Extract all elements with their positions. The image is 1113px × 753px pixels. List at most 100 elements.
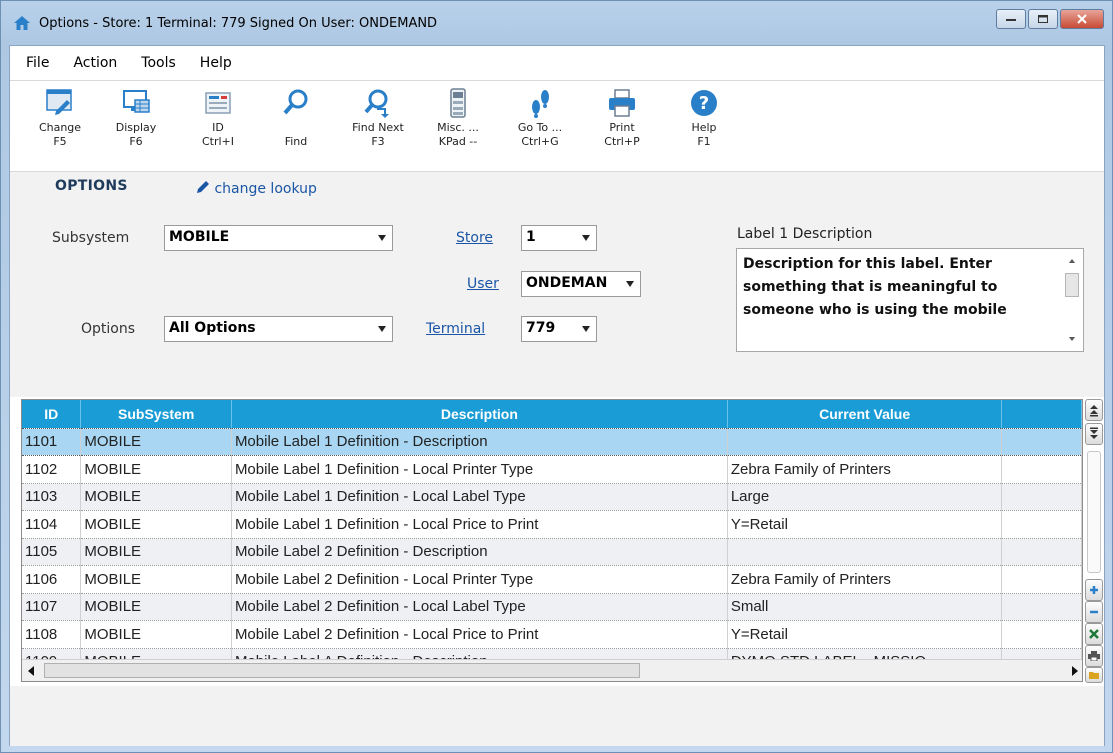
misc-button[interactable]: Misc. ... KPad --	[420, 87, 496, 149]
id-button[interactable]: ID Ctrl+I	[180, 87, 256, 149]
cell-subsystem[interactable]: MOBILE	[80, 565, 232, 594]
menu-tools[interactable]: Tools	[131, 55, 190, 71]
cell-current-value[interactable]: Zebra Family of Printers	[727, 565, 1003, 594]
table-row[interactable]: 1106 MOBILE Mobile Label 2 Definition - Lo…	[22, 565, 1082, 594]
table-row[interactable]: 1105 MOBILE Mobile Label 2 Definition - De…	[22, 538, 1082, 566]
minus-icon	[1090, 610, 1098, 614]
export-excel-button[interactable]	[1085, 623, 1103, 645]
cell-subsystem[interactable]: MOBILE	[80, 483, 232, 511]
cell-description[interactable]: Mobile Label 2 Definition - Local Printe…	[231, 565, 728, 594]
cell-id[interactable]: 1107	[22, 593, 82, 621]
options-select[interactable]: All Options	[164, 316, 393, 342]
calculator-icon	[450, 88, 466, 118]
change-lookup-label: change lookup	[214, 181, 317, 197]
horizontal-scroll-thumb[interactable]	[44, 663, 640, 678]
column-header-current-value[interactable]: Current Value	[727, 400, 1003, 428]
description-scroll-thumb[interactable]	[1065, 273, 1079, 297]
cell-extra	[1001, 593, 1082, 621]
cell-current-value[interactable]: Y=Retail	[727, 620, 1003, 649]
cell-subsystem[interactable]: MOBILE	[80, 455, 232, 484]
column-header-id[interactable]: ID	[22, 400, 82, 428]
double-up-icon	[1090, 405, 1098, 417]
terminal-link[interactable]: Terminal	[426, 321, 485, 337]
cell-id[interactable]: 1103	[22, 483, 82, 511]
help-icon: ?	[691, 90, 717, 116]
pencil-icon	[197, 181, 209, 193]
cell-current-value[interactable]: Y=Retail	[727, 510, 1003, 539]
change-lookup-link[interactable]: change lookup	[196, 180, 317, 197]
help-button-label: Help	[691, 121, 717, 134]
cell-current-value[interactable]: Small	[727, 593, 1003, 621]
minimize-button[interactable]	[996, 9, 1026, 29]
vertical-scroll-track[interactable]	[1087, 451, 1101, 573]
table-row[interactable]: 1103 MOBILE Mobile Label 1 Definition - Lo…	[22, 483, 1082, 511]
cell-current-value[interactable]: Zebra Family of Printers	[727, 455, 1003, 484]
maximize-button[interactable]	[1028, 9, 1058, 29]
column-header-description[interactable]: Description	[231, 400, 728, 428]
scroll-top-button[interactable]	[1085, 399, 1103, 421]
cell-id[interactable]: 1105	[22, 538, 82, 566]
table-row[interactable]: 1101 MOBILE Mobile Label 1 Definition - De…	[22, 427, 1082, 456]
column-header-extra[interactable]	[1001, 400, 1082, 428]
scroll-bottom-button[interactable]	[1085, 423, 1103, 445]
table-row[interactable]: 1104 MOBILE Mobile Label 1 Definition - Lo…	[22, 510, 1082, 539]
scroll-right-icon[interactable]	[1072, 666, 1078, 676]
cell-current-value[interactable]	[727, 538, 1003, 566]
find-next-button[interactable]: Find Next F3	[340, 87, 416, 149]
cell-current-value[interactable]: Large	[727, 483, 1003, 511]
svg-text:?: ?	[699, 93, 709, 114]
cell-description[interactable]: Mobile Label 1 Definition - Local Price …	[231, 510, 728, 539]
display-button[interactable]: Display F6	[98, 87, 174, 149]
cell-id[interactable]: 1102	[22, 455, 82, 484]
cell-description[interactable]: Mobile Label 1 Definition - Description	[231, 427, 728, 456]
remove-row-button[interactable]	[1085, 601, 1103, 623]
menu-action[interactable]: Action	[63, 55, 131, 71]
goto-button[interactable]: Go To ... Ctrl+G	[502, 87, 578, 149]
cell-id[interactable]: 1101	[22, 427, 82, 456]
cell-subsystem[interactable]: MOBILE	[80, 620, 232, 649]
cell-description[interactable]: Mobile Label 2 Definition - Local Price …	[231, 620, 728, 649]
horizontal-scrollbar[interactable]	[22, 659, 1082, 681]
misc-button-label: Misc. ...	[437, 121, 479, 134]
cell-subsystem[interactable]: MOBILE	[80, 593, 232, 621]
cell-description[interactable]: Mobile Label 2 Definition - Local Label …	[231, 593, 728, 621]
cell-extra	[1001, 565, 1082, 594]
subsystem-select[interactable]: MOBILE	[164, 225, 393, 251]
table-row[interactable]: 1108 MOBILE Mobile Label 2 Definition - Lo…	[22, 620, 1082, 649]
cell-id[interactable]: 1106	[22, 565, 82, 594]
find-button[interactable]: Find	[258, 87, 334, 149]
user-select[interactable]: ONDEMAN	[521, 271, 641, 297]
terminal-select[interactable]: 779	[521, 316, 597, 342]
folder-button[interactable]	[1085, 667, 1103, 683]
table-row[interactable]: 1102 MOBILE Mobile Label 1 Definition - Lo…	[22, 455, 1082, 484]
cell-id[interactable]: 1108	[22, 620, 82, 649]
print-button[interactable]: Print Ctrl+P	[584, 87, 660, 149]
change-button[interactable]: Change F5	[22, 87, 98, 149]
add-row-button[interactable]	[1085, 579, 1103, 601]
chevron-down-icon	[378, 235, 386, 241]
close-button[interactable]	[1060, 9, 1104, 29]
user-link[interactable]: User	[467, 276, 499, 292]
cell-subsystem[interactable]: MOBILE	[80, 427, 232, 456]
cell-description[interactable]: Mobile Label 1 Definition - Local Printe…	[231, 455, 728, 484]
scroll-left-icon[interactable]	[28, 666, 34, 676]
menu-file[interactable]: File	[16, 55, 63, 71]
search-icon	[283, 89, 308, 115]
cell-id[interactable]: 1104	[22, 510, 82, 539]
menu-help[interactable]: Help	[190, 55, 246, 71]
user-value: ONDEMAN	[526, 275, 608, 291]
table-row[interactable]: 1107 MOBILE Mobile Label 2 Definition - Lo…	[22, 593, 1082, 621]
store-select[interactable]: 1	[521, 225, 597, 251]
help-button[interactable]: ? Help F1	[666, 87, 742, 149]
cell-subsystem[interactable]: MOBILE	[80, 510, 232, 539]
title-bar[interactable]: Options - Store: 1 Terminal: 779 Signed …	[1, 1, 1112, 45]
column-header-subsystem[interactable]: SubSystem	[80, 400, 232, 428]
description-textarea[interactable]: Description for this label. Enter someth…	[736, 248, 1084, 352]
print-grid-button[interactable]	[1085, 645, 1103, 667]
store-link[interactable]: Store	[456, 230, 493, 246]
cell-subsystem[interactable]: MOBILE	[80, 538, 232, 566]
description-scrollbar[interactable]	[1063, 251, 1081, 349]
cell-description[interactable]: Mobile Label 1 Definition - Local Label …	[231, 483, 728, 511]
cell-current-value[interactable]	[727, 427, 1003, 456]
cell-description[interactable]: Mobile Label 2 Definition - Description	[231, 538, 728, 566]
